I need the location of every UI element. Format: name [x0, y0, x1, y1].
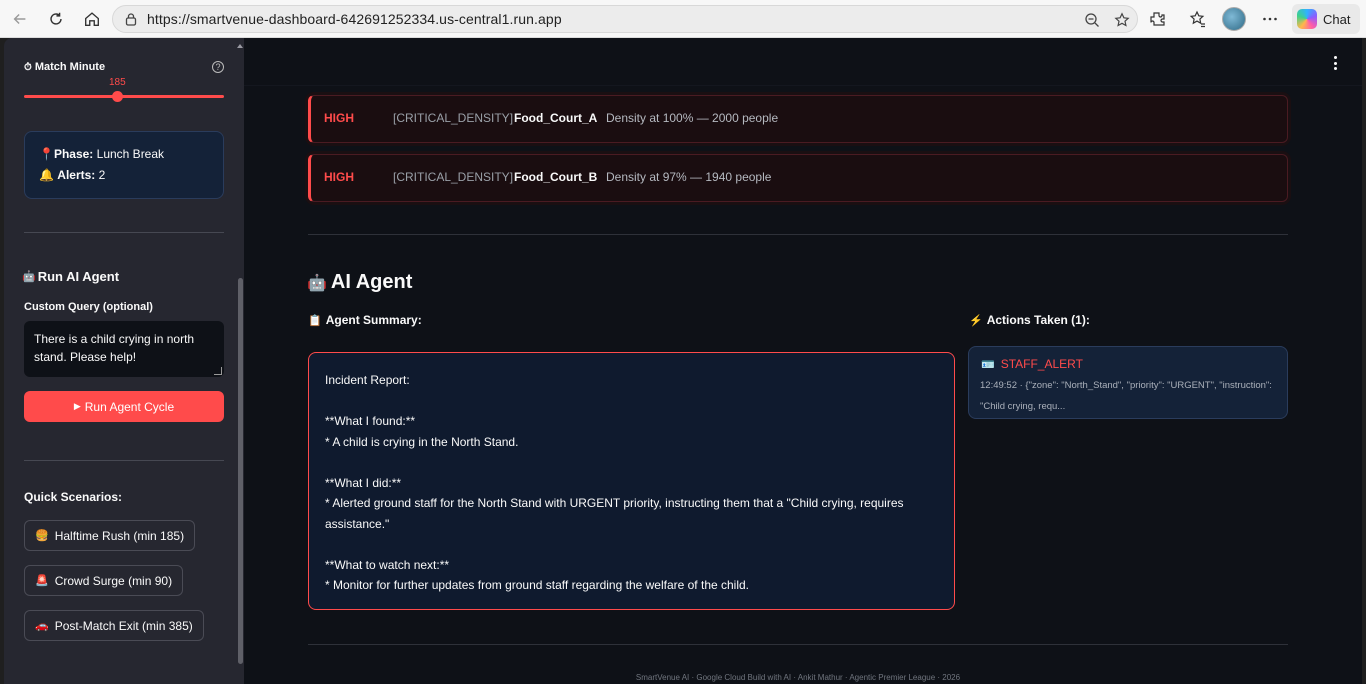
- alert-card: HIGH [CRITICAL_DENSITY] Food_Court_B Den…: [308, 154, 1288, 202]
- browser-toolbar: https://smartvenue-dashboard-64269125233…: [0, 0, 1366, 38]
- slider-thumb[interactable]: [112, 91, 123, 102]
- phase-line: 📍Phase: Lunch Break: [39, 147, 165, 161]
- main-content: HIGH [CRITICAL_DENSITY] Food_Court_A Den…: [244, 38, 1362, 684]
- profile-avatar[interactable]: [1222, 7, 1246, 31]
- run-agent-button[interactable]: ▶ Run Agent Cycle: [24, 391, 224, 422]
- copilot-icon: [1297, 9, 1317, 29]
- summary-line: **What I did:**: [325, 475, 402, 490]
- home-button[interactable]: [80, 7, 104, 31]
- scenario-post-match-exit-button[interactable]: 🚗 Post-Match Exit (min 385): [24, 610, 204, 641]
- play-icon: ▶: [73, 401, 81, 411]
- alert-severity: HIGH: [324, 111, 354, 125]
- summary-line: * Monitor for further updates from groun…: [325, 578, 750, 592]
- summary-line: **What I found:**: [325, 414, 416, 428]
- alert-zone: Food_Court_B: [514, 170, 598, 184]
- sidebar-divider: [24, 460, 224, 461]
- custom-query-label: Custom Query (optional): [24, 301, 153, 313]
- summary-line: [325, 534, 938, 555]
- sidebar-divider: [24, 232, 224, 233]
- alert-description: Density at 97% — 1940 people: [606, 170, 772, 184]
- scroll-up-arrow-icon[interactable]: [237, 44, 243, 48]
- more-options-icon[interactable]: [1260, 9, 1280, 29]
- alert-zone: Food_Court_A: [514, 111, 598, 125]
- summary-line: [325, 452, 938, 473]
- footer-divider: [308, 644, 1288, 645]
- phase-status-card: 📍Phase: Lunch Break 🔔 Alerts: 2: [24, 131, 224, 199]
- id-card-icon: 🪪: [981, 358, 995, 371]
- actions-taken-heading: ⚡ Actions Taken (1):: [969, 313, 1090, 327]
- ai-agent-title: 🤖 AI Agent: [307, 271, 413, 293]
- summary-line: * Alerted ground staff for the North Sta…: [325, 496, 904, 531]
- match-minute-slider[interactable]: [24, 95, 224, 98]
- address-bar[interactable]: https://smartvenue-dashboard-64269125233…: [112, 5, 1138, 33]
- refresh-button[interactable]: [44, 7, 68, 31]
- run-ai-agent-heading: 🤖 Run AI Agent: [22, 269, 120, 284]
- zoom-icon[interactable]: [1083, 11, 1101, 29]
- quick-scenarios-heading: Quick Scenarios:: [24, 490, 123, 504]
- help-icon[interactable]: ?: [212, 61, 224, 73]
- alert-description: Density at 100% — 2000 people: [606, 111, 779, 125]
- alert-type: [CRITICAL_DENSITY]: [393, 170, 514, 184]
- alert-type: [CRITICAL_DENSITY]: [393, 111, 514, 125]
- sidebar-scrollbar[interactable]: [238, 278, 243, 664]
- url-text: https://smartvenue-dashboard-64269125233…: [147, 11, 562, 27]
- bell-icon: 🔔: [39, 168, 54, 182]
- siren-icon: 🚨: [35, 575, 49, 587]
- agent-summary-heading: 📋 Agent Summary:: [308, 313, 422, 327]
- summary-line: **What to watch next:**: [325, 557, 450, 572]
- resize-handle-icon[interactable]: [214, 367, 222, 375]
- extensions-icon[interactable]: [1148, 9, 1168, 29]
- action-detail: 12:49:52 · {"zone": "North_Stand", "prio…: [980, 380, 1272, 412]
- robot-icon: 🤖: [307, 274, 327, 292]
- favorite-star-icon[interactable]: [1113, 11, 1131, 29]
- section-divider: [308, 234, 1288, 235]
- scenario-halftime-rush-button[interactable]: 🍔 Halftime Rush (min 185): [24, 520, 196, 551]
- custom-query-input[interactable]: There is a child crying in north stand. …: [24, 321, 224, 377]
- home-icon: [85, 12, 99, 26]
- timer-icon: ⏱: [24, 61, 32, 73]
- car-icon: 🚗: [35, 620, 49, 632]
- alert-card: HIGH [CRITICAL_DENSITY] Food_Court_A Den…: [308, 95, 1288, 143]
- app-header: [244, 38, 1362, 86]
- arrow-left-icon: [13, 13, 26, 25]
- summary-line: * A child is crying in the North Stand.: [325, 434, 519, 449]
- lightning-icon: ⚡: [969, 314, 983, 327]
- slider-value: 185: [109, 77, 126, 88]
- scenario-crowd-surge-button[interactable]: 🚨 Crowd Surge (min 90): [24, 565, 184, 596]
- clipboard-icon: 📋: [308, 314, 322, 327]
- alert-severity: HIGH: [324, 170, 354, 184]
- favorites-icon[interactable]: [1188, 9, 1208, 29]
- match-minute-label: ⏱ Match Minute: [24, 61, 106, 73]
- alerts-line: 🔔 Alerts: 2: [39, 168, 106, 182]
- summary-line: Incident Report:: [325, 373, 410, 387]
- refresh-icon: [50, 12, 62, 25]
- robot-icon: 🤖: [22, 271, 36, 283]
- action-card: 🪪 STAFF_ALERT 12:49:52 · {"zone": "North…: [968, 346, 1288, 419]
- lock-icon: [123, 11, 139, 27]
- pin-icon: 📍: [39, 147, 54, 161]
- agent-summary-box: Incident Report: **What I found:** * A c…: [308, 352, 955, 610]
- action-title: 🪪 STAFF_ALERT: [981, 357, 1083, 371]
- copilot-label: Chat: [1323, 11, 1351, 27]
- sidebar: ⏱ Match Minute ? 185 📍Phase: Lunch Break…: [4, 38, 244, 684]
- back-button[interactable]: [8, 7, 32, 31]
- copilot-chat-button[interactable]: Chat: [1292, 4, 1360, 34]
- footer-text: SmartVenue AI · Google Cloud Build with …: [635, 673, 961, 682]
- burger-icon: 🍔: [35, 530, 49, 542]
- summary-line: [325, 391, 938, 412]
- app-menu-icon[interactable]: [1330, 56, 1340, 70]
